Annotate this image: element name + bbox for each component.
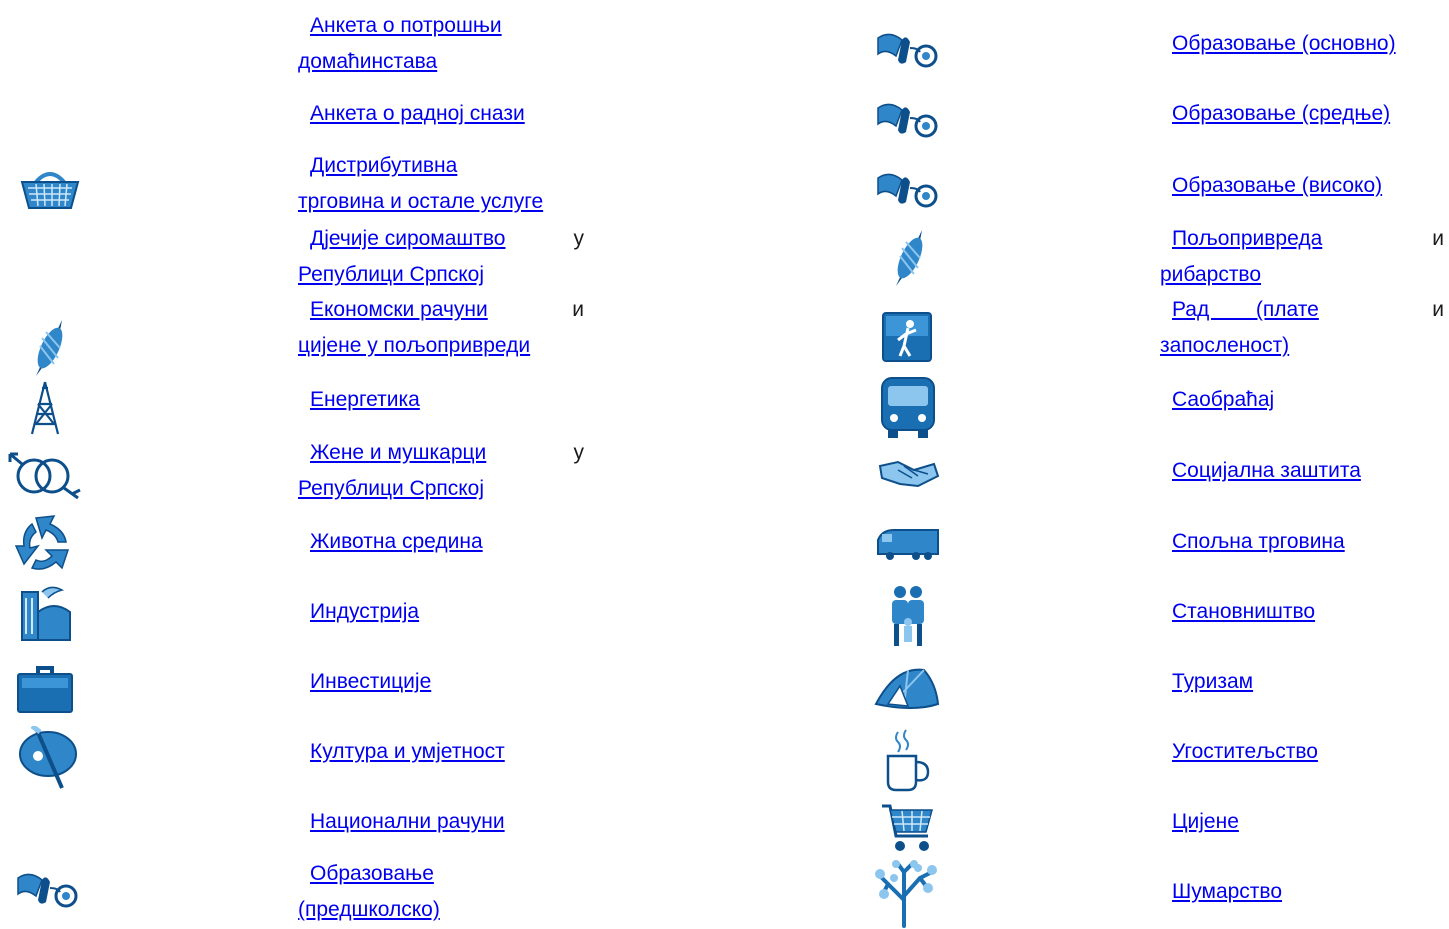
topic-link[interactable]: Жене и мушкарци — [310, 435, 486, 471]
topic-population[interactable]: Становништво — [1172, 594, 1315, 630]
topic-link-cont[interactable]: (предшколско) — [298, 898, 440, 921]
topic-environment[interactable]: Животна средина — [310, 524, 483, 560]
topic-child-poverty[interactable]: Дјечије сиромаштво у Републици Српској — [298, 221, 584, 293]
ribbon-icon — [876, 166, 940, 212]
topic-transport[interactable]: Саобраћај — [1172, 382, 1274, 418]
topic-link[interactable]: Култура и умјетност — [310, 740, 505, 763]
topic-connector: и — [1432, 227, 1444, 250]
topic-agriculture[interactable]: Пољопривреда и рибарство — [1160, 221, 1444, 293]
topic-link[interactable]: Социјална заштита — [1172, 459, 1361, 482]
topic-foreign-trade[interactable]: Спољна трговина — [1172, 524, 1345, 560]
topic-trade[interactable]: Дистрибутивна трговина и остале услуге — [298, 148, 543, 220]
topic-link[interactable]: Шумарство — [1172, 880, 1282, 903]
topic-link[interactable]: Цијене — [1172, 810, 1239, 833]
topic-edu-preschool[interactable]: Образовање (предшколско) — [298, 856, 440, 928]
topic-link[interactable]: Туризам — [1172, 670, 1253, 693]
topic-link[interactable]: Угоститељство — [1172, 740, 1318, 763]
worker-icon — [882, 312, 932, 362]
topic-link[interactable]: Пољопривреда — [1172, 221, 1322, 257]
topic-link[interactable]: Инвестиције — [310, 670, 431, 693]
recycle-icon — [14, 512, 76, 576]
tent-icon — [874, 664, 940, 712]
basket-icon — [18, 164, 82, 214]
topic-link[interactable]: Енергетика — [310, 388, 420, 411]
topic-labour-wages[interactable]: Рад (плате и запосленост) — [1160, 292, 1444, 364]
gender-symbols-icon — [6, 450, 84, 502]
topic-link[interactable]: Анкета о потрошњи — [310, 8, 502, 44]
topic-energy[interactable]: Енергетика — [310, 382, 420, 418]
topic-link[interactable]: Становништво — [1172, 600, 1315, 623]
topic-gender[interactable]: Жене и мушкарци у Републици Српској — [298, 435, 584, 507]
topic-prices[interactable]: Цијене — [1172, 804, 1239, 840]
topic-link[interactable]: Образовање (високо) — [1172, 174, 1382, 197]
cart-icon — [880, 800, 936, 856]
topic-link[interactable]: Дјечије сиромаштво — [310, 221, 506, 257]
ribbon-icon — [16, 866, 80, 912]
topic-tourism[interactable]: Туризам — [1172, 664, 1253, 700]
topic-edu-primary[interactable]: Образовање (основно) — [1172, 26, 1396, 62]
coffee-cup-icon — [884, 728, 932, 792]
truck-icon — [876, 526, 940, 562]
topic-link-cont[interactable]: цијене у пољопривреди — [298, 334, 530, 357]
factory-icon — [14, 582, 74, 644]
topic-link-cont[interactable]: Републици Српској — [298, 477, 484, 500]
topic-connector: у — [573, 227, 585, 250]
topic-link[interactable]: Национални рачуни — [310, 810, 505, 833]
topic-link[interactable]: Анкета о радној снази — [310, 102, 525, 125]
topic-forestry[interactable]: Шумарство — [1172, 874, 1282, 910]
topic-link[interactable]: Животна средина — [310, 530, 483, 553]
topic-hospitality[interactable]: Угоститељство — [1172, 734, 1318, 770]
topic-link-cont[interactable]: трговина и остале услуге — [298, 190, 543, 213]
topic-investments[interactable]: Инвестиције — [310, 664, 431, 700]
corn-icon — [28, 318, 68, 378]
topic-link[interactable]: Саобраћај — [1172, 388, 1274, 411]
topic-econ-agri[interactable]: Економски рачуни и цијене у пољопривреди — [298, 292, 584, 364]
topic-hh-budget[interactable]: Анкета о потрошњи домаћинстава — [298, 8, 584, 80]
topic-social[interactable]: Социјална заштита — [1172, 453, 1361, 489]
ribbon-icon — [876, 26, 940, 72]
topic-connector: у — [573, 441, 585, 464]
topic-link[interactable]: Индустрија — [310, 600, 419, 623]
topic-link[interactable]: Образовање (основно) — [1172, 32, 1396, 55]
topic-edu-secondary[interactable]: Образовање (средње) — [1172, 96, 1390, 132]
topic-connector: и — [1432, 298, 1444, 321]
topic-link[interactable]: Образовање (средње) — [1172, 102, 1390, 125]
topic-link-cont[interactable]: запосленост) — [1160, 334, 1289, 357]
briefcase-icon — [16, 656, 74, 714]
palette-icon — [18, 726, 78, 790]
ribbon-icon — [876, 96, 940, 142]
topic-connector: и — [572, 298, 584, 321]
topic-edu-higher[interactable]: Образовање (високо) — [1172, 168, 1382, 204]
corn-icon — [888, 228, 928, 288]
topic-culture[interactable]: Култура и умјетност — [310, 734, 505, 770]
topic-link[interactable]: Економски рачуни — [310, 292, 488, 328]
oil-tower-icon — [28, 380, 62, 436]
topic-national-accounts[interactable]: Национални рачуни — [310, 804, 505, 840]
topic-link-cont[interactable]: домаћинстава — [298, 50, 437, 73]
topic-link[interactable]: Рад (плате — [1172, 292, 1319, 328]
topic-link[interactable]: Образовање — [310, 862, 434, 885]
topic-link-cont[interactable]: рибарство — [1160, 263, 1261, 286]
topic-link-cont[interactable]: Републици Српској — [298, 263, 484, 286]
family-icon — [888, 584, 928, 648]
handshake-icon — [878, 456, 940, 492]
topic-link[interactable]: Дистрибутивна — [310, 154, 457, 177]
topic-link[interactable]: Спољна трговина — [1172, 530, 1345, 553]
bus-icon — [880, 376, 936, 440]
topic-industry[interactable]: Индустрија — [310, 594, 419, 630]
topic-labour[interactable]: Анкета о радној снази — [310, 96, 525, 132]
tree-icon — [874, 860, 940, 928]
